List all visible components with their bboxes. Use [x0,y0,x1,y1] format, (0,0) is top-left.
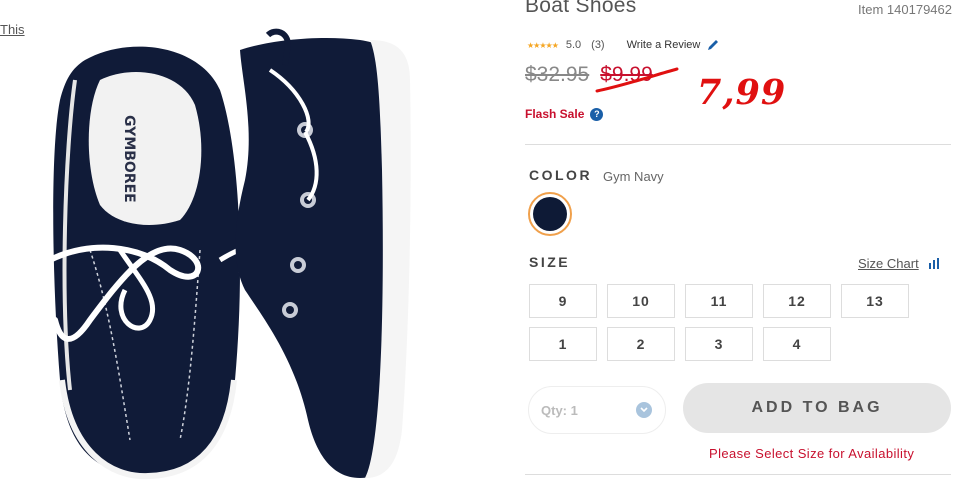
size-label: SIZE [529,254,571,270]
availability-message: Please Select Size for Availability [709,446,915,461]
handwritten-price: 7,99 [697,72,787,113]
size-chart-label[interactable]: Size Chart [858,256,919,271]
size-button-2[interactable]: 2 [607,327,675,361]
help-icon[interactable]: ? [590,107,604,121]
color-swatch-gym-navy[interactable] [533,197,567,231]
color-value: Gym Navy [603,169,664,184]
partial-link[interactable]: This [0,22,25,37]
quantity-select[interactable]: Qty: 1 [528,386,666,434]
rating-score: 5.0 [565,39,582,51]
bar-chart-icon[interactable] [928,258,941,269]
color-label: COLOR [529,167,593,183]
star-rating-icon: ★★★★★ [527,40,559,50]
svg-text:GYMBOREE: GYMBOREE [121,115,137,203]
pencil-icon[interactable] [706,38,720,52]
size-button-4[interactable]: 4 [763,327,831,361]
color-swatch-selected[interactable] [528,192,572,236]
flash-sale-row: Flash Sale ? [525,107,604,121]
quantity-label: Qty: 1 [541,402,578,418]
flash-sale-label: Flash Sale [525,107,585,121]
size-button-10[interactable]: 10 [607,284,675,318]
rating-count[interactable]: (3) [591,39,604,51]
original-price: $32.95 [525,63,590,86]
divider [525,474,951,475]
size-button-3[interactable]: 3 [685,327,753,361]
product-image: GYMBOREE [30,20,430,480]
size-button-1[interactable]: 1 [529,327,597,361]
size-button-13[interactable]: 13 [841,284,909,318]
item-number: Item 140179462 [858,2,952,17]
chevron-down-icon[interactable] [636,402,652,418]
size-button-9[interactable]: 9 [529,284,597,318]
add-to-bag-button[interactable]: ADD TO BAG [683,383,951,433]
handwritten-strike-mark [595,67,679,93]
size-button-11[interactable]: 11 [685,284,753,318]
divider [525,144,951,145]
product-title: Boat Shoes [525,0,637,17]
write-review-link[interactable]: Write a Review [627,39,701,51]
size-button-12[interactable]: 12 [763,284,831,318]
size-chart-link[interactable]: Size Chart [858,256,941,271]
rating-row: ★★★★★ 5.0 (3) Write a Review [527,38,720,52]
